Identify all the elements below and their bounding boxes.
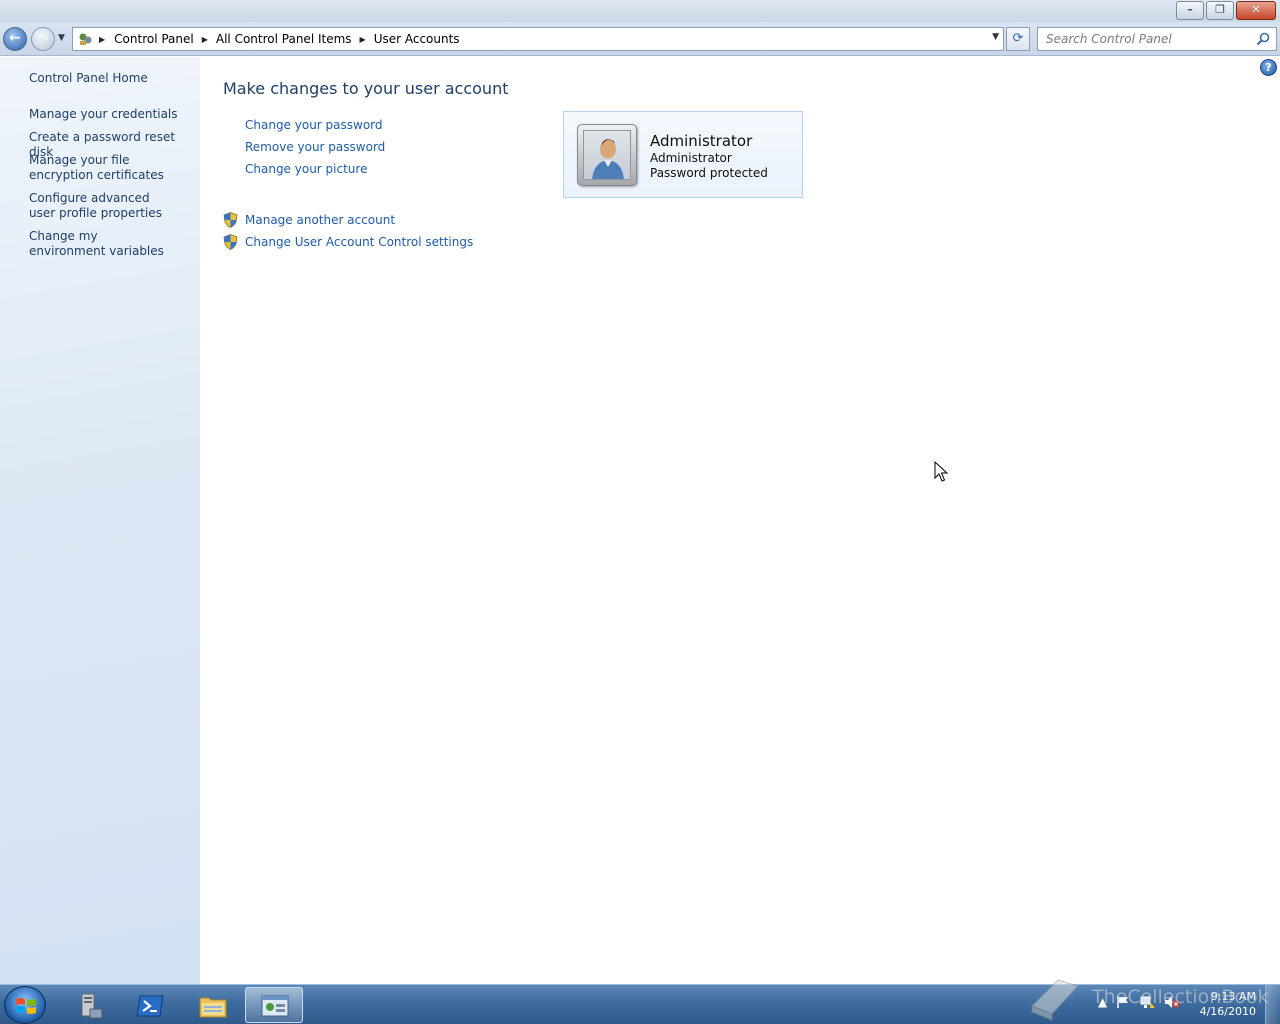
system-clock[interactable]: 9:13 AM 4/16/2010 (1200, 989, 1256, 1019)
restore-icon: ❐ (1215, 3, 1225, 16)
page-title: Make changes to your user account (223, 79, 509, 98)
clock-time: 9:13 AM (1210, 990, 1256, 1003)
notification-area: ▲ (1098, 995, 1180, 1009)
action-center-flag-icon[interactable] (1116, 995, 1130, 1009)
breadcrumb-all-items[interactable]: All Control Panel Items (216, 32, 352, 46)
taskbar-control-panel[interactable] (245, 987, 303, 1023)
search-box (1037, 27, 1277, 51)
address-bar[interactable]: ▶ Control Panel ▶ All Control Panel Item… (72, 27, 1004, 51)
control-panel-window-icon (261, 995, 289, 1017)
recent-pages-dropdown[interactable]: ▼ (58, 33, 65, 43)
environment-variables-link[interactable]: Change my environment variables (29, 229, 169, 259)
uac-settings-link[interactable]: Change User Account Control settings (245, 235, 473, 249)
uac-shield-icon (223, 234, 238, 250)
account-tile: Administrator Administrator Password pro… (563, 111, 803, 198)
minimize-button[interactable]: – (1176, 1, 1204, 20)
breadcrumb-separator-icon[interactable]: ▶ (99, 35, 105, 44)
change-password-link[interactable]: Change your password (245, 118, 383, 132)
uac-shield-icon (223, 212, 238, 228)
help-icon[interactable]: ? (1260, 59, 1277, 76)
back-button[interactable]: ← (3, 27, 27, 51)
account-type: Administrator (650, 151, 732, 165)
file-encryption-certificates-link[interactable]: Manage your file encryption certificates (29, 153, 187, 183)
advanced-profile-properties-link[interactable]: Configure advanced user profile properti… (29, 191, 169, 221)
taskbar: ▲ 9:13 AM 4/16/2010 (0, 984, 1280, 1024)
breadcrumb-separator-icon[interactable]: ▶ (360, 35, 366, 44)
address-dropdown-icon[interactable]: ▼ (992, 32, 999, 42)
forward-button[interactable]: → (31, 27, 55, 51)
volume-muted-icon[interactable] (1164, 995, 1180, 1009)
breadcrumb-control-panel[interactable]: Control Panel (114, 32, 194, 46)
back-arrow-icon: ← (9, 30, 21, 46)
show-hidden-icons-button[interactable]: ▲ (1098, 995, 1107, 1009)
breadcrumb-separator-icon[interactable]: ▶ (202, 35, 208, 44)
search-icon[interactable] (1256, 32, 1270, 46)
server-manager-icon (81, 993, 103, 1019)
account-password-status: Password protected (650, 166, 768, 180)
search-input[interactable] (1038, 28, 1252, 50)
account-name: Administrator (650, 132, 753, 150)
user-avatar-icon (592, 139, 624, 179)
breadcrumb-user-accounts[interactable]: User Accounts (374, 32, 460, 46)
taskbar-powershell[interactable] (122, 987, 180, 1023)
windows-logo-icon (16, 998, 36, 1014)
control-panel-icon (79, 33, 92, 45)
close-button[interactable]: ✕ (1236, 1, 1276, 20)
remove-password-link[interactable]: Remove your password (245, 140, 385, 154)
forward-arrow-icon: → (37, 30, 49, 46)
taskbar-windows-explorer[interactable] (184, 987, 242, 1023)
manage-credentials-link[interactable]: Manage your credentials (29, 107, 194, 122)
refresh-button[interactable]: ⟳ (1006, 27, 1030, 51)
control-panel-home-link[interactable]: Control Panel Home (29, 71, 194, 86)
mouse-cursor-icon (934, 461, 948, 482)
main-content: ? Make changes to your user account Chan… (200, 57, 1280, 984)
show-desktop-button[interactable] (1265, 985, 1280, 1024)
refresh-icon: ⟳ (1012, 31, 1024, 46)
clock-date: 4/16/2010 (1199, 1005, 1256, 1018)
breadcrumb: ▶ Control Panel ▶ All Control Panel Item… (95, 32, 460, 46)
minimize-icon: – (1187, 3, 1193, 16)
powershell-icon (136, 995, 164, 1017)
window-controls: – ❐ ✕ (1174, 1, 1276, 20)
restore-button[interactable]: ❐ (1206, 1, 1234, 20)
close-icon: ✕ (1251, 3, 1261, 16)
title-bar: – ❐ ✕ (0, 0, 1280, 22)
taskbar-server-manager[interactable] (60, 987, 118, 1023)
manage-another-account-link[interactable]: Manage another account (245, 213, 395, 227)
left-task-pane: Control Panel Home Manage your credentia… (0, 57, 200, 984)
change-picture-link[interactable]: Change your picture (245, 162, 367, 176)
folder-icon (199, 997, 227, 1018)
user-picture (577, 124, 637, 186)
start-button[interactable] (4, 986, 46, 1024)
navigation-bar: ← → ▼ ▶ Control Panel ▶ All Control Pane… (0, 22, 1280, 56)
network-icon[interactable] (1140, 995, 1156, 1009)
